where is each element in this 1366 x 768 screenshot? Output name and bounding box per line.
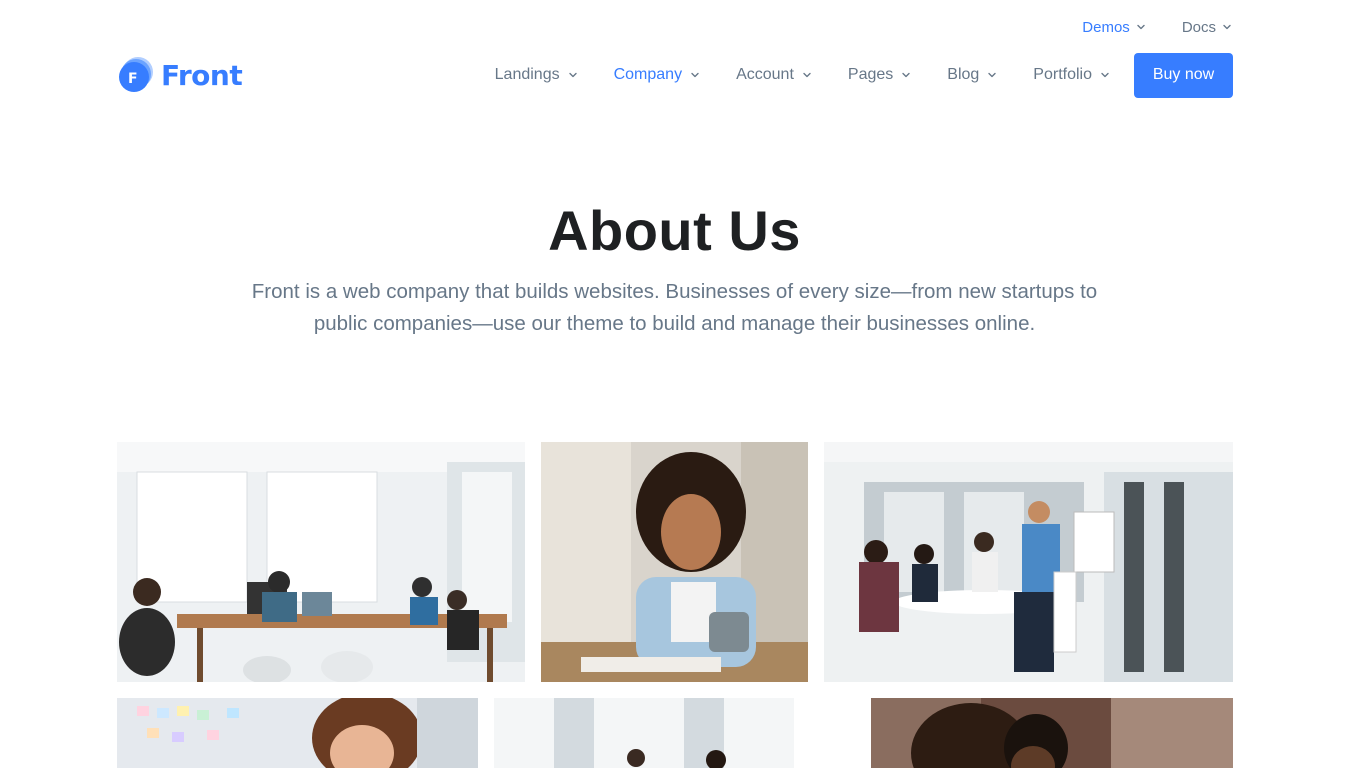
page-subtitle: Front is a web company that builds websi… (251, 280, 1098, 335)
photo-bright-office-people (494, 698, 855, 768)
front-logo[interactable]: F Front (117, 56, 243, 94)
chevron-down-icon (1222, 22, 1232, 32)
nav-item-pages[interactable]: Pages (830, 52, 929, 98)
nav-item-blog[interactable]: Blog (929, 52, 1015, 98)
photo-office-team-workspace (117, 442, 525, 682)
nav-item-company[interactable]: Company (596, 52, 718, 98)
photo-smiling-woman-with-mug (541, 442, 808, 682)
chevron-down-icon (1136, 22, 1146, 32)
nav-item-landings[interactable]: Landings (477, 52, 596, 98)
demos-label: Demos (1082, 18, 1130, 36)
logo-mark-letter: F (128, 71, 138, 87)
photo-woman-smiling-sticky-notes (117, 698, 478, 768)
nav-label: Pages (847, 66, 894, 83)
photo-meeting-room-team (824, 442, 1233, 682)
nav-label: Landings (494, 66, 560, 83)
page-title: About Us (548, 199, 801, 262)
chevron-down-icon (568, 70, 578, 80)
docs-dropdown[interactable]: Docs (1182, 19, 1232, 36)
front-logo-icon: F (117, 56, 155, 94)
chevron-down-icon (1100, 70, 1110, 80)
chevron-down-icon (987, 70, 997, 80)
logo-text: Front (161, 58, 243, 92)
nav-label: Portfolio (1033, 66, 1092, 83)
nav-label: Blog (947, 66, 980, 83)
nav-label: Account (736, 66, 794, 83)
main-nav: Landings Company Account Pages Blog Port… (477, 52, 1233, 98)
docs-label: Docs (1181, 18, 1216, 36)
buy-now-button[interactable]: Buy now (1134, 52, 1233, 98)
page: Demos Docs F Front Landings Company Acco… (0, 0, 1349, 768)
photo-couple-working-together (871, 698, 1233, 768)
chevron-down-icon (690, 70, 700, 80)
top-utility-nav: Demos Docs (1082, 14, 1232, 40)
nav-item-portfolio[interactable]: Portfolio (1015, 52, 1128, 98)
chevron-down-icon (802, 70, 812, 80)
nav-item-account[interactable]: Account (718, 52, 830, 98)
site-header: F Front Landings Company Account Pages B… (117, 52, 1233, 98)
nav-label: Company (613, 66, 683, 83)
chevron-down-icon (901, 70, 911, 80)
demos-dropdown[interactable]: Demos (1082, 19, 1146, 36)
